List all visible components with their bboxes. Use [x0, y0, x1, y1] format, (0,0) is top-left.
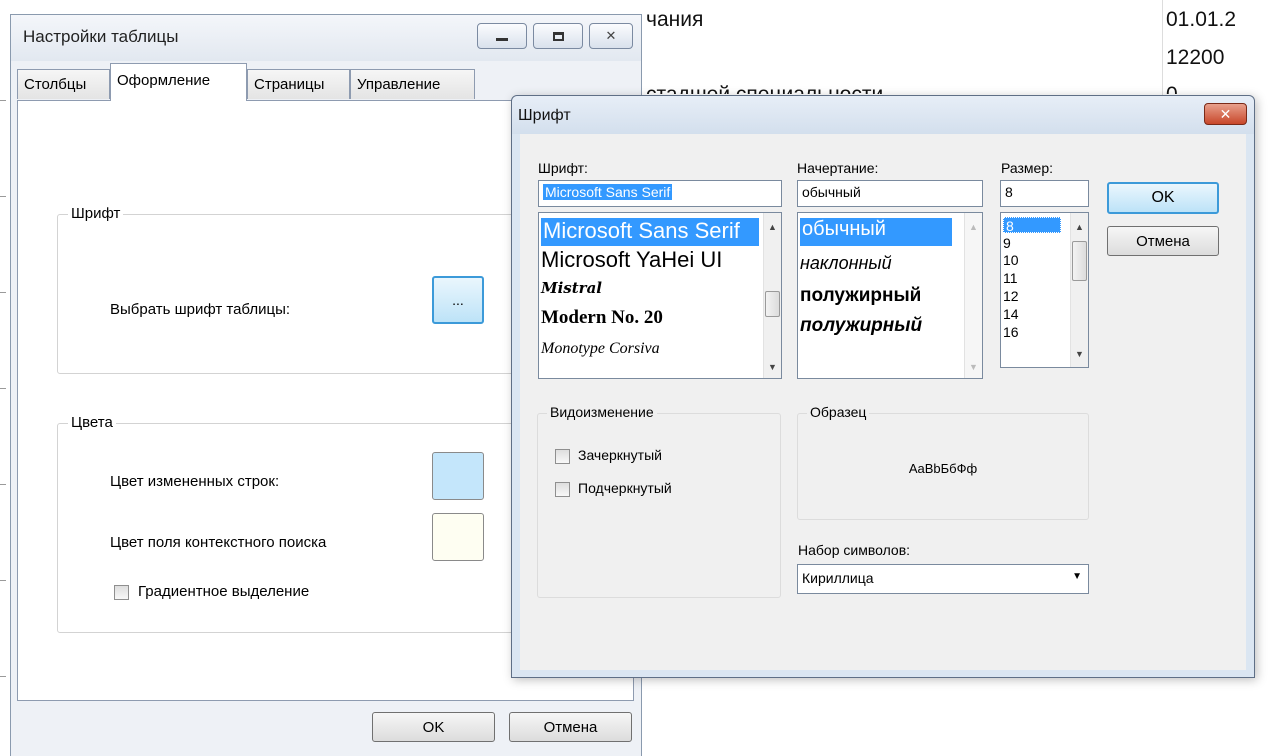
- font-group-legend: Шрифт: [68, 205, 124, 222]
- sample-legend: Образец: [807, 404, 870, 420]
- size-list-item[interactable]: 16: [1003, 324, 1019, 340]
- title-bar: Настройки таблицы ✕: [11, 15, 641, 61]
- font-list-item[interactable]: Microsoft YaHei UI: [541, 247, 722, 273]
- maximize-button[interactable]: [533, 23, 583, 49]
- style-list-item[interactable]: обычный: [800, 218, 952, 246]
- font-list-item[interactable]: Monotype Corsiva: [541, 340, 660, 358]
- size-list-item[interactable]: 9: [1003, 235, 1011, 251]
- font-list-item[interactable]: Microsoft Sans Serif: [541, 218, 759, 246]
- style-list-item[interactable]: наклонный: [800, 253, 892, 274]
- strikeout-checkbox[interactable]: [555, 449, 570, 464]
- window-title: Настройки таблицы: [23, 27, 179, 46]
- charset-value: Кириллица: [802, 570, 874, 586]
- font-dialog-close-button[interactable]: ✕: [1204, 103, 1247, 125]
- bg-cell-row1: чания: [646, 8, 704, 31]
- scroll-thumb[interactable]: [1072, 241, 1087, 281]
- colors-group-legend: Цвета: [68, 414, 116, 431]
- style-list-item[interactable]: полужирный: [800, 285, 921, 307]
- minimize-button[interactable]: [477, 23, 527, 49]
- maximize-icon: [552, 31, 564, 41]
- choose-font-label: Выбрать шрифт таблицы:: [110, 301, 291, 318]
- scroll-down-icon[interactable]: ▼: [969, 362, 978, 372]
- font-list-item[interactable]: Modern No. 20: [541, 307, 663, 329]
- minimize-icon: [496, 37, 508, 41]
- font-dialog-title-bar: Шрифт ✕: [512, 96, 1254, 134]
- changed-rows-color-swatch[interactable]: [432, 452, 484, 500]
- sample-group: Образец AaBbБбФф: [797, 404, 1089, 520]
- effects-group: Видоизменение Зачеркнутый Подчеркнутый: [537, 404, 781, 598]
- font-dialog-body: Шрифт: Microsoft Sans Serif Microsoft Sa…: [520, 134, 1246, 670]
- effects-legend: Видоизменение: [547, 404, 657, 420]
- gradient-label: Градиентное выделение: [138, 583, 310, 600]
- scroll-up-icon[interactable]: ▲: [1075, 222, 1084, 232]
- choose-font-button[interactable]: ...: [432, 276, 484, 324]
- font-cancel-button[interactable]: Отмена: [1107, 226, 1219, 256]
- close-button[interactable]: ✕: [589, 23, 633, 49]
- bg-cell-zero: 0: [1166, 80, 1178, 94]
- sample-text: AaBbБбФф: [908, 461, 978, 476]
- size-list-item[interactable]: 12: [1003, 288, 1019, 304]
- tab-appearance[interactable]: Оформление: [110, 63, 247, 101]
- tab-columns[interactable]: Столбцы: [17, 69, 110, 99]
- font-list[interactable]: Microsoft Sans Serif Microsoft YaHei UI …: [538, 212, 782, 379]
- size-list-item[interactable]: 14: [1003, 306, 1019, 322]
- size-list-item[interactable]: 8: [1003, 217, 1061, 234]
- font-dialog: Шрифт ✕ Шрифт: Microsoft Sans Serif Micr…: [511, 95, 1255, 678]
- style-label: Начертание:: [797, 160, 879, 176]
- size-list-scrollbar[interactable]: ▲ ▼: [1070, 213, 1088, 367]
- bg-cell-number: 12200: [1166, 46, 1225, 69]
- tab-management[interactable]: Управление: [350, 69, 475, 99]
- style-list-item[interactable]: полужирный: [800, 315, 922, 337]
- scroll-up-icon[interactable]: ▲: [768, 222, 777, 232]
- charset-label: Набор символов:: [798, 542, 911, 558]
- size-list-item[interactable]: 11: [1003, 270, 1018, 286]
- font-label: Шрифт:: [538, 160, 588, 176]
- cancel-button[interactable]: Отмена: [509, 712, 632, 742]
- size-input[interactable]: 8: [1000, 180, 1089, 207]
- bg-cell-date: 01.01.2: [1166, 8, 1237, 31]
- gradient-checkbox[interactable]: [114, 585, 129, 600]
- changed-rows-color-label: Цвет измененных строк:: [110, 473, 280, 490]
- style-input[interactable]: обычный: [797, 180, 983, 207]
- scroll-down-icon[interactable]: ▼: [1075, 349, 1084, 359]
- tab-pages[interactable]: Страницы: [247, 69, 350, 99]
- bg-cell-row2: стадшей специальности: [646, 80, 883, 94]
- bg-column-divider: [1162, 0, 1163, 95]
- search-field-color-label: Цвет поля контекстного поиска: [110, 534, 327, 551]
- scroll-thumb[interactable]: [765, 291, 780, 317]
- size-label: Размер:: [1001, 160, 1054, 176]
- chevron-down-icon: ▼: [1072, 571, 1082, 582]
- style-list-scrollbar[interactable]: ▲ ▼: [964, 213, 982, 378]
- close-icon: ✕: [605, 28, 617, 43]
- close-icon: ✕: [1219, 105, 1232, 122]
- underline-checkbox[interactable]: [555, 482, 570, 497]
- font-list-item[interactable]: Mistral: [541, 279, 602, 297]
- font-dialog-title: Шрифт: [518, 107, 571, 124]
- scroll-up-icon[interactable]: ▲: [969, 222, 978, 232]
- strikeout-label: Зачеркнутый: [578, 447, 662, 463]
- scroll-down-icon[interactable]: ▼: [768, 362, 777, 372]
- size-list[interactable]: 8 9 10 11 12 14 16 ▲ ▼: [1000, 212, 1089, 368]
- style-list[interactable]: обычный наклонный полужирный полужирный …: [797, 212, 983, 379]
- ok-button[interactable]: OK: [372, 712, 495, 742]
- underline-label: Подчеркнутый: [578, 480, 672, 496]
- charset-select[interactable]: Кириллица ▼: [797, 564, 1089, 594]
- font-name-input[interactable]: Microsoft Sans Serif: [538, 180, 782, 207]
- font-ok-button[interactable]: OK: [1107, 182, 1219, 214]
- left-ruler: [0, 0, 10, 756]
- search-field-color-swatch[interactable]: [432, 513, 484, 561]
- size-list-item[interactable]: 10: [1003, 252, 1019, 268]
- font-name-value: Microsoft Sans Serif: [543, 184, 673, 200]
- font-list-scrollbar[interactable]: ▲ ▼: [763, 213, 781, 378]
